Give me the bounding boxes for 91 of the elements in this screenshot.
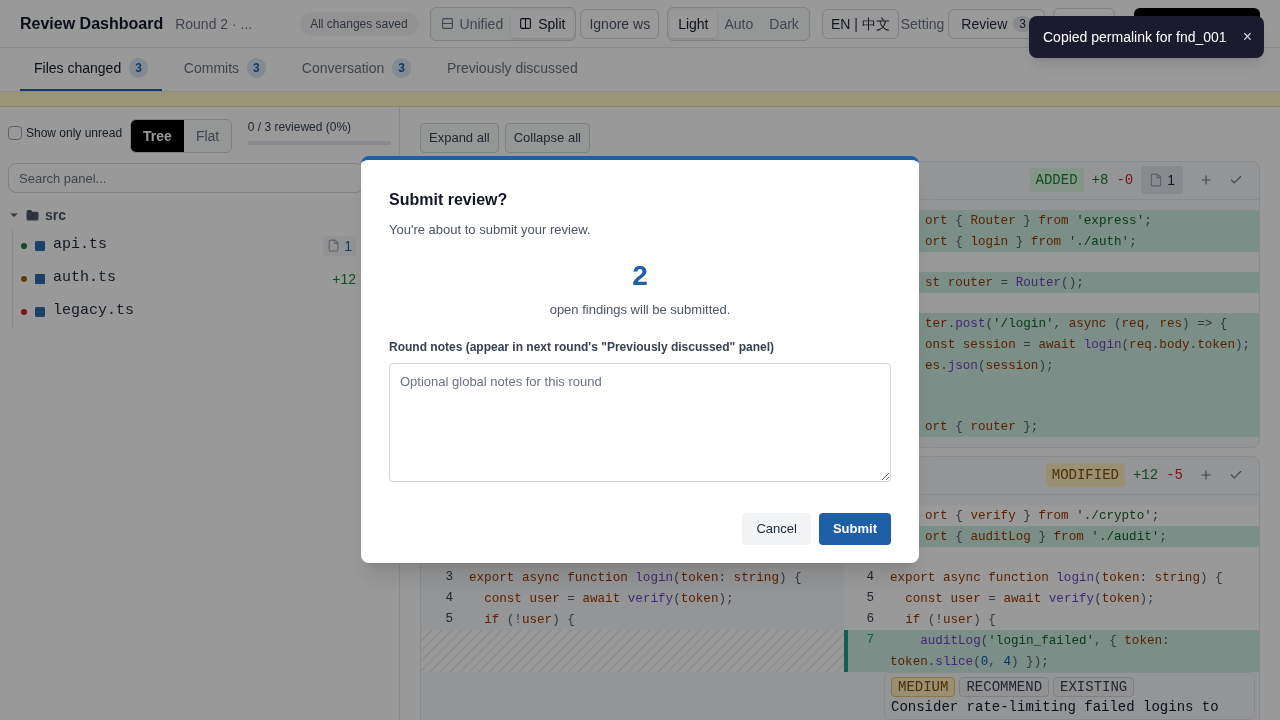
add-icon[interactable]: [1199, 173, 1213, 187]
line-number: 5: [444, 610, 454, 628]
review-progress-label: 0 / 3 reviewed (0%): [247, 119, 353, 135]
tab-count: 3: [247, 58, 266, 78]
file-status-badge: ADDED: [1029, 168, 1084, 192]
toast-message: Copied permalink for fnd_001: [1043, 28, 1227, 47]
code-line: es.json(session);: [925, 358, 1054, 373]
code-line: ter.post('/login', async (req, res) => {: [925, 316, 1228, 331]
file-row[interactable]: auth.ts +12: [13, 262, 356, 295]
finding-tag: RECOMMEND: [959, 676, 1050, 697]
ts-file-icon: [35, 240, 45, 251]
file-name: legacy.ts: [53, 301, 134, 322]
check-icon[interactable]: [1229, 468, 1243, 482]
code-line: if (!user) {: [483, 612, 575, 627]
dialog-title: Submit review?: [389, 190, 509, 210]
expand-all-button[interactable]: Expand all: [420, 123, 499, 153]
tab-count: 3: [129, 58, 148, 78]
file-row[interactable]: legacy.ts: [13, 295, 356, 328]
view-mode-tab[interactable]: Unified: [432, 9, 512, 38]
layout-tab[interactable]: Tree: [131, 120, 184, 152]
file-row[interactable]: api.ts 1: [13, 229, 356, 262]
add-icon[interactable]: [1199, 468, 1213, 482]
save-status: All changes saved: [300, 11, 418, 36]
layout-tab[interactable]: Flat: [183, 120, 231, 152]
review-count: 3: [1013, 15, 1032, 32]
addition-count: +12: [332, 269, 356, 289]
code-line: ort { auditLog } from './audit';: [925, 529, 1167, 544]
line-number: 5: [865, 589, 875, 607]
file-status-badge: MODIFIED: [1045, 463, 1125, 487]
file-name: api.ts: [53, 235, 107, 256]
additions-count: +12: [1132, 466, 1159, 485]
view-mode-tab[interactable]: Split: [511, 9, 574, 38]
code-line: ort { Router } from 'express';: [925, 213, 1152, 228]
code-line: const user = await verify(token);: [483, 591, 734, 606]
code-line: export async function login(token: string) {: [469, 570, 802, 585]
unified-icon: [440, 17, 454, 30]
finding-count: 2: [632, 259, 648, 292]
code-line: if (!user) {: [904, 612, 996, 627]
unread-checkbox[interactable]: [8, 126, 22, 140]
document-icon: [327, 239, 341, 252]
findings-button[interactable]: 1: [1141, 166, 1183, 194]
dialog-subtitle: You're about to submit your review.: [389, 221, 592, 239]
tab[interactable]: Previously discussed: [432, 47, 592, 91]
unread-filter[interactable]: Show only unread: [8, 125, 123, 141]
cancel-button[interactable]: Cancel: [742, 513, 811, 545]
app-title: Review Dashboard: [20, 13, 164, 34]
additions-count: +8: [1091, 171, 1109, 190]
code-line: ort { router };: [925, 419, 1039, 434]
theme-tab[interactable]: Light: [670, 9, 717, 38]
code-line: st router = Router();: [925, 275, 1084, 290]
code-line: onst session = await login(req.body.token);: [925, 337, 1251, 352]
line-number: 7: [844, 629, 886, 672]
tab[interactable]: Conversation 3: [287, 47, 425, 91]
finding-text: Consider rate-limiting failed logins to: [891, 698, 1220, 715]
line-number: 3: [444, 568, 454, 586]
finding-tag: EXISTING: [1053, 676, 1135, 697]
file-name: auth.ts: [53, 268, 116, 289]
collapse-all-button[interactable]: Collapse all: [504, 123, 590, 153]
search-field[interactable]: Search panel...: [8, 163, 364, 193]
theme-tab[interactable]: Dark: [761, 9, 807, 38]
ts-file-icon: [35, 273, 45, 284]
count-caption: open findings will be submitted.: [549, 300, 731, 319]
notes-label: Round notes (appear in next round's "Previously discussed" panel): [389, 339, 775, 355]
code-line: const user = await verify(token);: [904, 591, 1155, 606]
language-button[interactable]: EN | 中文: [821, 8, 899, 39]
line-number: 6: [865, 610, 875, 628]
round-label: Round 2 · ...: [175, 14, 253, 34]
line-number: 4: [444, 589, 454, 607]
ts-file-icon: [35, 306, 45, 317]
finding-tag: MEDIUM: [891, 676, 956, 697]
folder-row[interactable]: src: [8, 205, 391, 225]
tab[interactable]: Commits 3: [169, 47, 280, 91]
check-icon[interactable]: [1229, 173, 1243, 187]
deletions-count: -5: [1166, 466, 1183, 485]
submit-button[interactable]: Submit: [818, 513, 891, 545]
code-line: export async function login(token: string) {: [890, 570, 1223, 585]
folder-icon: [26, 208, 39, 222]
close-button[interactable]: ×: [1242, 25, 1252, 49]
ignore-whitespace-button[interactable]: Ignore ws: [580, 8, 660, 39]
code-line: ort { login } from './auth';: [925, 234, 1137, 249]
split-icon: [519, 17, 533, 30]
line-number: 4: [865, 568, 875, 586]
code-line: auditLog('login_failed', { token: token.slice(0, 4) });: [890, 633, 1171, 669]
tab-count: 3: [392, 58, 411, 78]
notes-field[interactable]: Optional global notes for this round: [389, 363, 891, 482]
finding-count: 1: [323, 235, 356, 256]
settings-link[interactable]: Setting: [900, 13, 945, 34]
theme-tab[interactable]: Auto: [716, 9, 762, 38]
document-icon: [1149, 173, 1164, 187]
code-line: ort { verify } from './crypto';: [925, 508, 1160, 523]
deletions-count: -0: [1116, 171, 1134, 190]
